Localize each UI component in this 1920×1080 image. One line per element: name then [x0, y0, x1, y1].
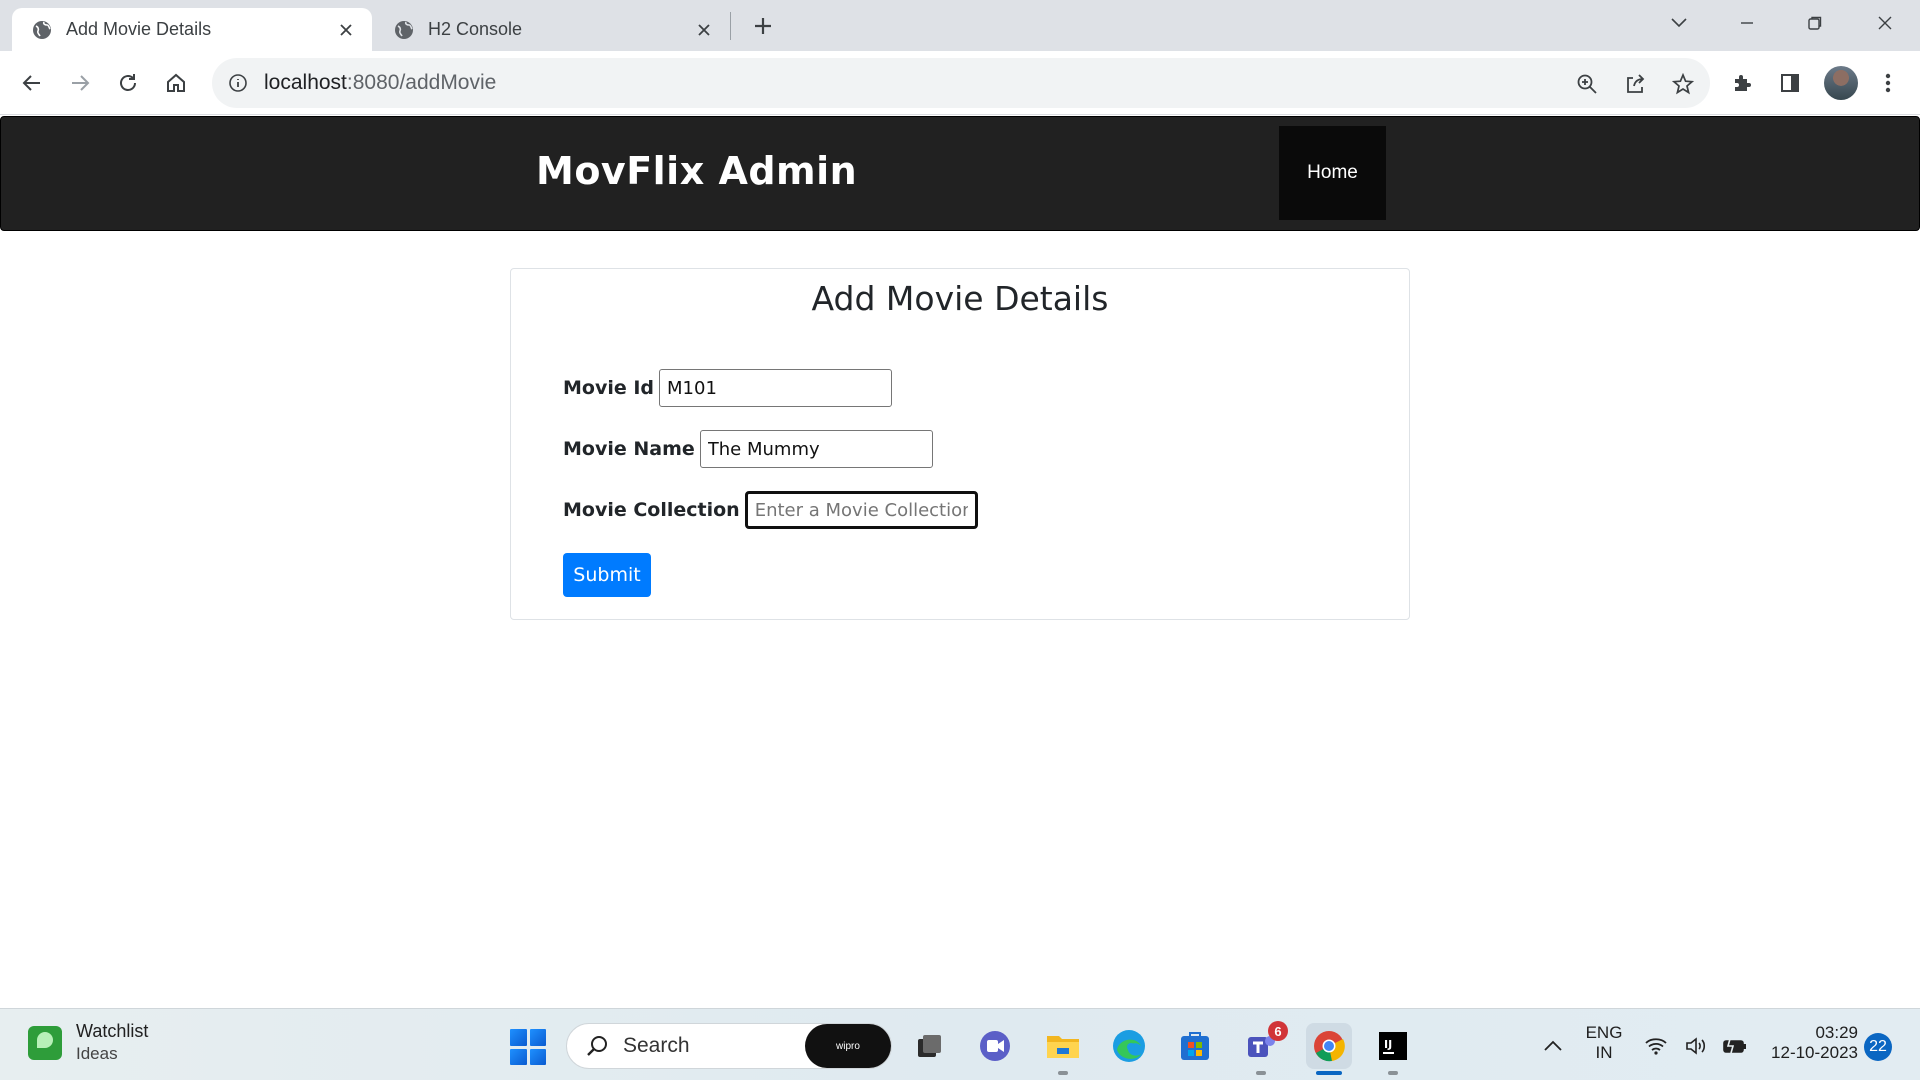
arrow-right-icon: [72, 75, 90, 91]
tab-separator: [730, 12, 731, 40]
movie-name-label: Movie Name: [563, 438, 695, 460]
close-tab-icon[interactable]: [692, 18, 716, 42]
site-navbar: MovFlix Admin Home: [0, 116, 1920, 231]
search-label: Search: [623, 1034, 690, 1057]
file-explorer-icon[interactable]: [1044, 1027, 1082, 1065]
add-movie-card: Add Movie Details Movie Id Movie Name Mo…: [510, 268, 1410, 620]
movie-name-input[interactable]: [699, 430, 933, 468]
url-host: localhost: [264, 71, 347, 94]
teams-icon[interactable]: 6: [1242, 1021, 1288, 1065]
language-top: ENG: [1585, 1023, 1623, 1042]
tab-strip: Add Movie Details H2 Console: [0, 0, 1920, 51]
windows-logo-pane: [510, 1029, 527, 1046]
browser-toolbar: localhost:8080/addMovie: [0, 51, 1920, 115]
clock-time: 03:29: [1815, 1023, 1858, 1042]
minimize-icon: [1741, 22, 1753, 24]
teams-badge: 6: [1268, 1021, 1288, 1041]
chevron-down-icon: [1671, 18, 1687, 28]
start-button[interactable]: [510, 1029, 546, 1065]
reload-icon: [120, 74, 136, 91]
volume-icon[interactable]: [1682, 1027, 1710, 1065]
site-brand[interactable]: MovFlix Admin: [536, 149, 857, 193]
running-indicator: [1058, 1071, 1068, 1075]
back-button[interactable]: [14, 65, 50, 101]
minimize-button[interactable]: [1730, 6, 1764, 40]
tab-search-button[interactable]: [1662, 6, 1696, 40]
side-panel-icon: [1781, 74, 1799, 92]
taskbar-search[interactable]: Search wipro: [566, 1023, 892, 1069]
form-title: Add Movie Details: [811, 279, 1109, 318]
widget-subtitle: Ideas: [76, 1044, 118, 1063]
profile-avatar[interactable]: [1824, 66, 1858, 100]
running-indicator: [1256, 1071, 1266, 1075]
side-panel-button[interactable]: [1772, 65, 1808, 101]
language-bottom: IN: [1595, 1043, 1613, 1062]
widget-title: Watchlist: [76, 1021, 149, 1041]
clock[interactable]: 03:29 12-10-2023: [1762, 1023, 1858, 1063]
share-icon[interactable]: [1622, 71, 1648, 97]
movie-collection-label: Movie Collection: [563, 499, 740, 521]
url-path: :8080/addMovie: [346, 71, 497, 94]
url-text: localhost:8080/addMovie: [264, 71, 496, 95]
microsoft-store-icon[interactable]: [1176, 1027, 1214, 1065]
puzzle-icon: [1735, 75, 1751, 91]
close-window-button[interactable]: [1868, 6, 1902, 40]
battery-icon[interactable]: [1720, 1027, 1750, 1065]
close-tab-icon[interactable]: [334, 18, 358, 42]
tab-title: Add Movie Details: [66, 19, 212, 39]
submit-button[interactable]: Submit: [563, 553, 651, 597]
movie-id-row: Movie Id: [563, 369, 893, 407]
bookmark-star-icon[interactable]: [1670, 71, 1696, 97]
arrow-left-icon: [22, 75, 40, 91]
watchlist-icon: [28, 1025, 62, 1060]
restore-icon: [1808, 16, 1822, 30]
active-indicator: [1316, 1071, 1342, 1075]
extensions-button[interactable]: [1724, 65, 1760, 101]
windows-taskbar: Watchlist Ideas Search wipro 6 IJ ENG IN…: [0, 1008, 1920, 1080]
movie-collection-input[interactable]: [744, 491, 978, 529]
windows-logo-pane: [529, 1048, 546, 1065]
nav-home-link[interactable]: Home: [1279, 126, 1386, 220]
globe-icon: [33, 20, 51, 39]
zoom-icon[interactable]: [1574, 71, 1600, 97]
wifi-icon[interactable]: [1642, 1027, 1670, 1065]
movie-id-input[interactable]: [659, 369, 893, 407]
new-tab-button[interactable]: [748, 11, 778, 41]
windows-logo-pane: [510, 1048, 527, 1065]
close-icon: [1878, 16, 1892, 30]
show-hidden-icons-button[interactable]: [1536, 1027, 1570, 1065]
globe-icon: [395, 20, 413, 39]
wipro-logo: wipro: [805, 1024, 891, 1068]
clock-date: 12-10-2023: [1771, 1043, 1858, 1062]
widgets-button[interactable]: Watchlist Ideas: [28, 1021, 148, 1064]
tab-add-movie-details[interactable]: Add Movie Details: [12, 8, 372, 51]
restore-button[interactable]: [1798, 6, 1832, 40]
info-icon[interactable]: [226, 71, 250, 95]
teams-chat-icon[interactable]: [976, 1027, 1014, 1065]
plus-icon: [755, 18, 771, 34]
language-indicator[interactable]: ENG IN: [1582, 1023, 1626, 1063]
home-button[interactable]: [158, 65, 194, 101]
edge-icon[interactable]: [1110, 1027, 1148, 1065]
forward-button[interactable]: [62, 65, 98, 101]
movie-collection-row: Movie Collection: [563, 491, 978, 529]
movie-name-row: Movie Name: [563, 430, 933, 468]
kebab-menu-icon: [1885, 73, 1891, 93]
home-icon: [167, 73, 185, 92]
address-bar[interactable]: localhost:8080/addMovie: [212, 58, 1710, 108]
tab-h2-console[interactable]: H2 Console: [374, 8, 730, 51]
menu-button[interactable]: [1870, 65, 1906, 101]
windows-logo-pane: [529, 1029, 546, 1046]
movie-id-label: Movie Id: [563, 377, 655, 399]
svg-text:IJ: IJ: [1384, 1038, 1392, 1051]
running-indicator: [1388, 1071, 1398, 1075]
task-view-icon[interactable]: [910, 1027, 948, 1065]
chevron-up-icon: [1544, 1040, 1562, 1051]
search-icon: [587, 1036, 607, 1056]
tab-title: H2 Console: [428, 19, 523, 39]
chrome-icon[interactable]: [1306, 1023, 1352, 1069]
reload-button[interactable]: [110, 65, 146, 101]
intellij-icon[interactable]: IJ: [1374, 1027, 1412, 1065]
notification-badge[interactable]: 22: [1864, 1033, 1892, 1061]
